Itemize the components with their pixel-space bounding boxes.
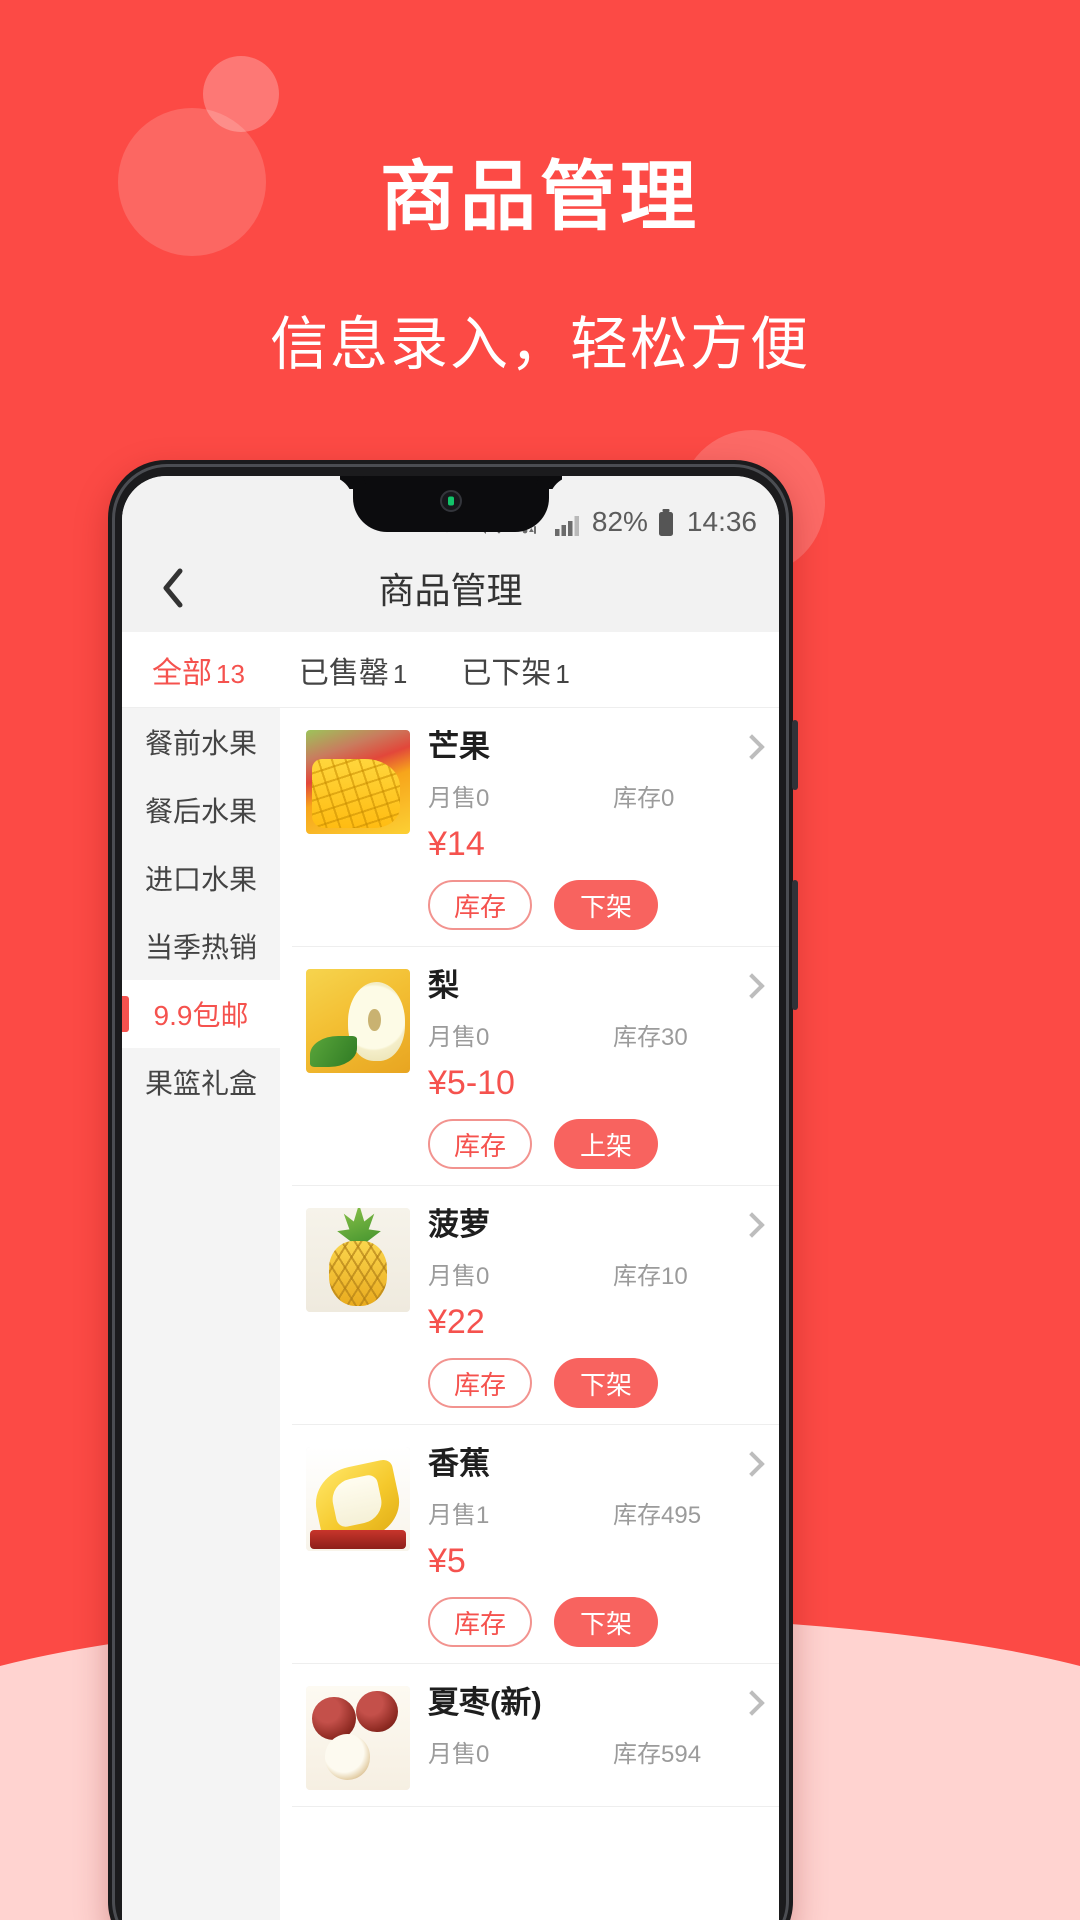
phone-volume-button	[792, 880, 798, 1010]
product-actions: 库存 下架	[428, 1358, 757, 1409]
shelf-toggle-button[interactable]: 下架	[554, 880, 658, 931]
product-name: 香蕉	[428, 1446, 490, 1482]
product-name: 梨	[428, 968, 459, 1004]
product-stock: 库存495	[613, 1502, 702, 1530]
product-meta: 月售0 库存10	[428, 1256, 757, 1291]
promo-headline: 商品管理 信息录入，轻松方便	[0, 150, 1080, 381]
promo-subtitle: 信息录入，轻松方便	[269, 312, 810, 377]
product-info: 菠萝 月售0 库存10 ¥22 库存 下架	[428, 1207, 757, 1409]
sidebar-item-5[interactable]: 果篮礼盒	[122, 1048, 280, 1116]
content-area: 餐前水果 餐后水果 进口水果 当季热销 9.9包邮 果篮礼盒 芒果 月售0 库存…	[122, 708, 779, 1920]
stock-button[interactable]: 库存	[428, 1597, 532, 1648]
sidebar-item-label: 餐前水果	[144, 728, 257, 759]
battery-percent-label: 82%	[591, 506, 648, 537]
product-stock: 库存30	[613, 1024, 688, 1052]
product-list: 芒果 月售0 库存0 ¥14 库存 下架 梨 月售0 库存30 ¥5-10 库存…	[280, 708, 779, 1920]
product-meta: 月售0 库存0	[428, 778, 757, 813]
sidebar-item-label: 9.9包邮	[153, 1000, 249, 1031]
stock-button[interactable]: 库存	[428, 1119, 532, 1170]
tab-all[interactable]: 全部 13	[152, 648, 245, 692]
product-price: ¥5	[428, 1542, 466, 1581]
product-sold: 月售0	[428, 1024, 490, 1052]
phone-notch	[352, 476, 549, 532]
sidebar-item-3[interactable]: 当季热销	[122, 912, 280, 980]
promo-title: 商品管理	[380, 155, 700, 240]
product-name: 夏枣(新)	[428, 1685, 542, 1721]
product-actions: 库存 下架	[428, 1597, 757, 1648]
table-row[interactable]: 芒果 月售0 库存0 ¥14 库存 下架	[292, 708, 779, 948]
product-sold: 月售1	[428, 1502, 490, 1530]
shelf-toggle-button[interactable]: 上架	[554, 1119, 658, 1170]
stock-button[interactable]: 库存	[428, 880, 532, 931]
product-thumbnail	[306, 1686, 410, 1791]
phone-mockup: 82% 14:36 商品管理 全部 13 已售罄 1 已下架 1 餐前水果 餐后…	[108, 460, 798, 1920]
phone-power-button	[792, 720, 798, 790]
product-info: 芒果 月售0 库存0 ¥14 库存 下架	[428, 729, 757, 931]
phone-screen: 82% 14:36 商品管理 全部 13 已售罄 1 已下架 1 餐前水果 餐后…	[122, 476, 779, 1920]
sidebar-item-4[interactable]: 9.9包邮	[122, 980, 280, 1048]
product-thumbnail	[306, 1447, 410, 1552]
product-price: ¥14	[428, 825, 485, 864]
tab-all-label: 全部	[152, 656, 212, 690]
sidebar-item-2[interactable]: 进口水果	[122, 844, 280, 912]
product-thumbnail	[306, 1208, 410, 1313]
product-meta: 月售0 库存30	[428, 1017, 757, 1052]
shelf-toggle-button[interactable]: 下架	[554, 1358, 658, 1409]
tab-offshelf-count: 1	[555, 658, 570, 689]
product-info: 夏枣(新) 月售0 库存594	[428, 1686, 757, 1790]
product-stock: 库存594	[613, 1741, 702, 1769]
product-stock: 库存0	[613, 785, 675, 813]
table-row[interactable]: 梨 月售0 库存30 ¥5-10 库存 上架	[292, 947, 779, 1187]
product-info: 梨 月售0 库存30 ¥5-10 库存 上架	[428, 968, 757, 1170]
product-actions: 库存 上架	[428, 1119, 757, 1170]
sidebar-item-label: 进口水果	[144, 864, 257, 895]
table-row[interactable]: 菠萝 月售0 库存10 ¥22 库存 下架	[292, 1186, 779, 1426]
product-meta: 月售1 库存495	[428, 1495, 757, 1530]
shelf-toggle-button[interactable]: 下架	[554, 1597, 658, 1648]
sidebar-item-0[interactable]: 餐前水果	[122, 708, 280, 776]
table-row[interactable]: 香蕉 月售1 库存495 ¥5 库存 下架	[292, 1425, 779, 1665]
app-bar: 商品管理	[122, 544, 779, 632]
back-button[interactable]	[148, 563, 198, 613]
product-name: 芒果	[428, 729, 490, 764]
product-price: ¥5-10	[428, 1064, 515, 1103]
sidebar-item-label: 果篮礼盒	[144, 1068, 257, 1099]
camera-lens-dot	[447, 496, 454, 506]
cellular-signal-icon	[553, 510, 583, 538]
product-info: 香蕉 月售1 库存495 ¥5 库存 下架	[428, 1446, 757, 1648]
tab-offshelf-label: 已下架	[461, 656, 552, 690]
product-name: 菠萝	[428, 1207, 490, 1243]
stock-button[interactable]: 库存	[428, 1358, 532, 1409]
product-meta: 月售0 库存594	[428, 1734, 757, 1769]
product-sold: 月售0	[428, 1263, 490, 1291]
product-price: ¥22	[428, 1303, 485, 1342]
table-row[interactable]: 夏枣(新) 月售0 库存594	[292, 1664, 779, 1808]
front-camera-icon	[439, 490, 462, 512]
tab-soldout-label: 已售罄	[298, 656, 389, 690]
product-actions: 库存 下架	[428, 880, 757, 931]
tab-all-count: 13	[216, 658, 245, 689]
sidebar-item-1[interactable]: 餐后水果	[122, 776, 280, 844]
product-stock: 库存10	[613, 1263, 688, 1291]
product-thumbnail	[306, 730, 410, 834]
decorative-circle-small	[203, 56, 279, 132]
tab-bar: 全部 13 已售罄 1 已下架 1	[122, 632, 779, 708]
sidebar-item-label: 当季热销	[144, 932, 257, 963]
tab-soldout[interactable]: 已售罄 1	[299, 648, 407, 692]
page-title: 商品管理	[378, 570, 523, 611]
category-sidebar: 餐前水果 餐后水果 进口水果 当季热销 9.9包邮 果篮礼盒	[122, 708, 280, 1920]
tab-soldout-count: 1	[392, 658, 408, 689]
sidebar-item-label: 餐后水果	[144, 796, 257, 827]
tab-offshelf[interactable]: 已下架 1	[461, 648, 569, 692]
product-sold: 月售0	[428, 1741, 490, 1769]
product-sold: 月售0	[428, 785, 490, 813]
battery-icon	[657, 508, 675, 538]
back-chevron-icon	[163, 568, 183, 608]
product-thumbnail	[306, 969, 410, 1074]
clock-label: 14:36	[686, 506, 757, 537]
